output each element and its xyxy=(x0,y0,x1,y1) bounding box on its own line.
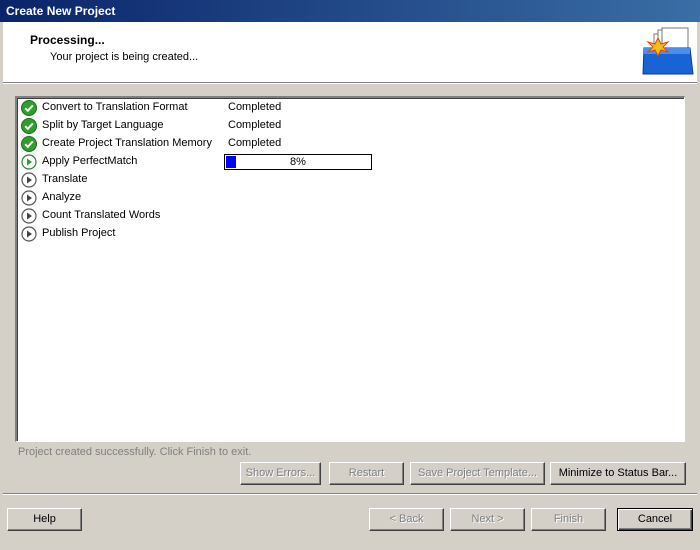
step-label: Create Project Translation Memory xyxy=(42,137,212,149)
check-icon xyxy=(21,136,37,152)
steps-list[interactable]: Convert to Translation Format Completed … xyxy=(15,96,685,442)
header-subtitle: Your project is being created... xyxy=(50,51,199,63)
step-row: Apply PerfectMatch 8% xyxy=(21,154,671,170)
step-row: Convert to Translation Format Completed xyxy=(21,100,671,116)
cancel-button[interactable]: Cancel xyxy=(617,508,693,531)
step-status: Completed xyxy=(228,101,282,113)
window-title: Create New Project xyxy=(6,4,116,18)
project-folder-icon xyxy=(642,27,694,75)
check-icon xyxy=(21,100,37,116)
play-arrow-icon xyxy=(21,172,37,188)
step-label: Convert to Translation Format xyxy=(42,101,188,113)
step-label: Split by Target Language xyxy=(42,119,164,131)
step-label: Analyze xyxy=(42,191,82,203)
help-button[interactable]: Help xyxy=(7,508,82,531)
step-row: Publish Project xyxy=(21,226,671,242)
play-arrow-icon xyxy=(21,190,37,206)
header-title: Processing... xyxy=(30,33,105,47)
progress-percent: 8% xyxy=(290,156,306,168)
check-icon xyxy=(21,118,37,134)
save-project-template-button[interactable]: Save Project Template... xyxy=(410,462,545,485)
step-status: Completed xyxy=(228,119,282,131)
title-bar: Create New Project xyxy=(0,0,700,22)
back-button[interactable]: < Back xyxy=(369,508,444,531)
header-divider xyxy=(3,83,697,84)
finish-button[interactable]: Finish xyxy=(531,508,606,531)
footer-divider-highlight xyxy=(3,494,697,495)
step-row: Analyze xyxy=(21,190,671,206)
step-row: Create Project Translation Memory Comple… xyxy=(21,136,671,152)
play-arrow-icon xyxy=(21,226,37,242)
minimize-to-status-bar-button[interactable]: Minimize to Status Bar... xyxy=(550,462,686,485)
step-row: Translate xyxy=(21,172,671,188)
show-errors-button[interactable]: Show Errors... xyxy=(240,462,321,485)
step-status: Completed xyxy=(228,137,282,149)
step-row: Count Translated Words xyxy=(21,208,671,224)
progress-bar: 8% xyxy=(224,154,372,170)
step-label: Apply PerfectMatch xyxy=(42,155,138,167)
step-row: Split by Target Language Completed xyxy=(21,118,671,134)
play-arrow-green-icon xyxy=(21,154,37,170)
play-arrow-icon xyxy=(21,208,37,224)
step-label: Count Translated Words xyxy=(42,209,161,221)
restart-button[interactable]: Restart xyxy=(329,462,404,485)
next-button[interactable]: Next > xyxy=(450,508,525,531)
status-message: Project created successfully. Click Fini… xyxy=(18,446,252,458)
step-label: Publish Project xyxy=(42,227,116,239)
wizard-header: Processing... Your project is being crea… xyxy=(3,22,697,83)
step-label: Translate xyxy=(42,173,88,185)
